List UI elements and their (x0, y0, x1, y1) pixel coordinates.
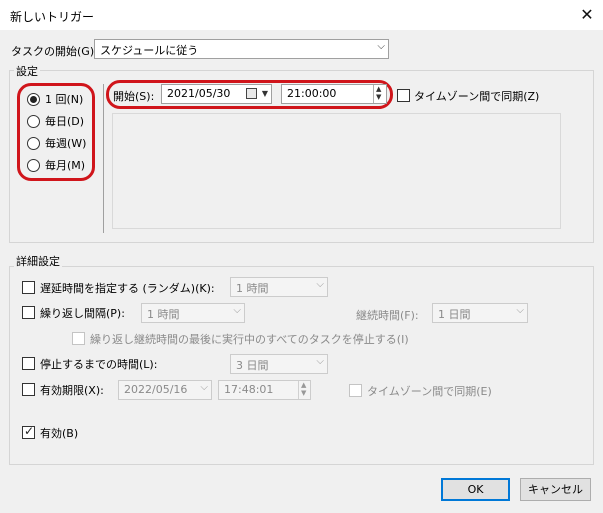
sync-timezone-checkbox[interactable] (397, 89, 410, 102)
stop-after-checkbox[interactable] (22, 357, 35, 370)
spin-up-icon[interactable]: ▲ (301, 381, 306, 389)
chevron-down-icon[interactable]: ▼ (262, 89, 268, 98)
radio-once-label[interactable]: 1 回(N) (45, 91, 83, 107)
spin-down-icon[interactable]: ▼ (376, 93, 381, 101)
cancel-button[interactable]: キャンセル (520, 478, 591, 501)
repeat-interval-value: 1 時間 (147, 308, 180, 321)
radio-daily-label[interactable]: 毎日(D) (45, 113, 84, 129)
advanced-legend: 詳細設定 (14, 253, 62, 269)
settings-legend: 設定 (14, 63, 40, 79)
stop-after-label[interactable]: 停止するまでの時間(L): (40, 356, 157, 372)
delay-value: 1 時間 (236, 282, 269, 295)
delay-checkbox[interactable] (22, 281, 35, 294)
enabled-checkbox[interactable]: ✓ (22, 424, 35, 439)
chevron-down-icon: ⌵ (377, 41, 385, 52)
time-spinner[interactable]: ▲ ▼ (298, 381, 310, 399)
chevron-down-icon: ⌵ (233, 305, 241, 316)
close-icon[interactable]: ✕ (572, 2, 602, 28)
chevron-down-icon: ⌵ (316, 356, 324, 367)
spin-up-icon[interactable]: ▲ (376, 85, 381, 93)
radio-weekly-label[interactable]: 毎週(W) (45, 135, 86, 151)
check-icon: ✓ (24, 424, 35, 438)
radio-monthly-label[interactable]: 毎月(M) (45, 157, 85, 173)
start-time-field[interactable]: 21:00:00 ▲ ▼ (281, 84, 387, 104)
spin-down-icon[interactable]: ▼ (301, 389, 306, 397)
task-start-value: スケジュールに従う (100, 44, 199, 57)
start-date-picker[interactable]: 2021/05/30 ▼ (161, 84, 272, 104)
radio-weekly[interactable] (27, 137, 40, 150)
start-date-value: 2021/05/30 (167, 87, 231, 100)
start-time-value: 21:00:00 (287, 87, 337, 100)
radio-daily[interactable] (27, 115, 40, 128)
duration-dropdown[interactable]: 1 日間 ⌵ (432, 303, 528, 323)
chevron-down-icon: ⌵ (316, 279, 324, 290)
chevron-down-icon: ⌵ (516, 305, 524, 316)
time-spinner[interactable]: ▲ ▼ (373, 85, 386, 103)
title-bar: 新しいトリガー ✕ (0, 0, 603, 30)
expire-sync-label[interactable]: タイムゾーン間で同期(E) (367, 383, 492, 399)
calendar-icon[interactable] (246, 88, 257, 99)
expire-date-picker[interactable]: 2022/05/16 ⌵ (118, 380, 212, 400)
expire-sync-checkbox[interactable] (349, 384, 362, 397)
stop-all-tasks-checkbox[interactable] (72, 332, 85, 345)
expire-date-value: 2022/05/16 (124, 383, 188, 396)
start-label: 開始(S): (113, 90, 155, 103)
delay-label[interactable]: 遅延時間を指定する (ランダム)(K): (40, 280, 215, 296)
ok-button[interactable]: OK (441, 478, 510, 501)
enabled-label[interactable]: 有効(B) (40, 425, 78, 441)
duration-value: 1 日間 (438, 308, 471, 321)
duration-label: 継続時間(F): (356, 309, 419, 322)
chevron-down-icon: ⌵ (200, 382, 208, 393)
repeat-interval-dropdown[interactable]: 1 時間 ⌵ (141, 303, 245, 323)
stop-all-tasks-label[interactable]: 繰り返し継続時間の最後に実行中のすべてのタスクを停止する(I) (90, 331, 409, 347)
repeat-checkbox[interactable] (22, 306, 35, 319)
expire-time-value: 17:48:01 (224, 383, 274, 396)
settings-divider (103, 84, 104, 233)
task-start-dropdown[interactable]: スケジュールに従う ⌵ (94, 39, 389, 59)
expire-time-field[interactable]: 17:48:01 ▲ ▼ (218, 380, 311, 400)
expire-label[interactable]: 有効期限(X): (40, 382, 104, 398)
task-start-label: タスクの開始(G): (11, 45, 98, 58)
sync-timezone-label[interactable]: タイムゾーン間で同期(Z) (414, 88, 539, 104)
expire-checkbox[interactable] (22, 383, 35, 396)
recurrence-panel (112, 113, 561, 229)
radio-once[interactable] (27, 93, 40, 106)
delay-dropdown[interactable]: 1 時間 ⌵ (230, 277, 328, 297)
window-title: 新しいトリガー (10, 10, 95, 24)
stop-after-dropdown[interactable]: 3 日間 ⌵ (230, 354, 328, 374)
stop-after-value: 3 日間 (236, 359, 269, 372)
radio-monthly[interactable] (27, 159, 40, 172)
repeat-label[interactable]: 繰り返し間隔(P): (40, 305, 125, 321)
